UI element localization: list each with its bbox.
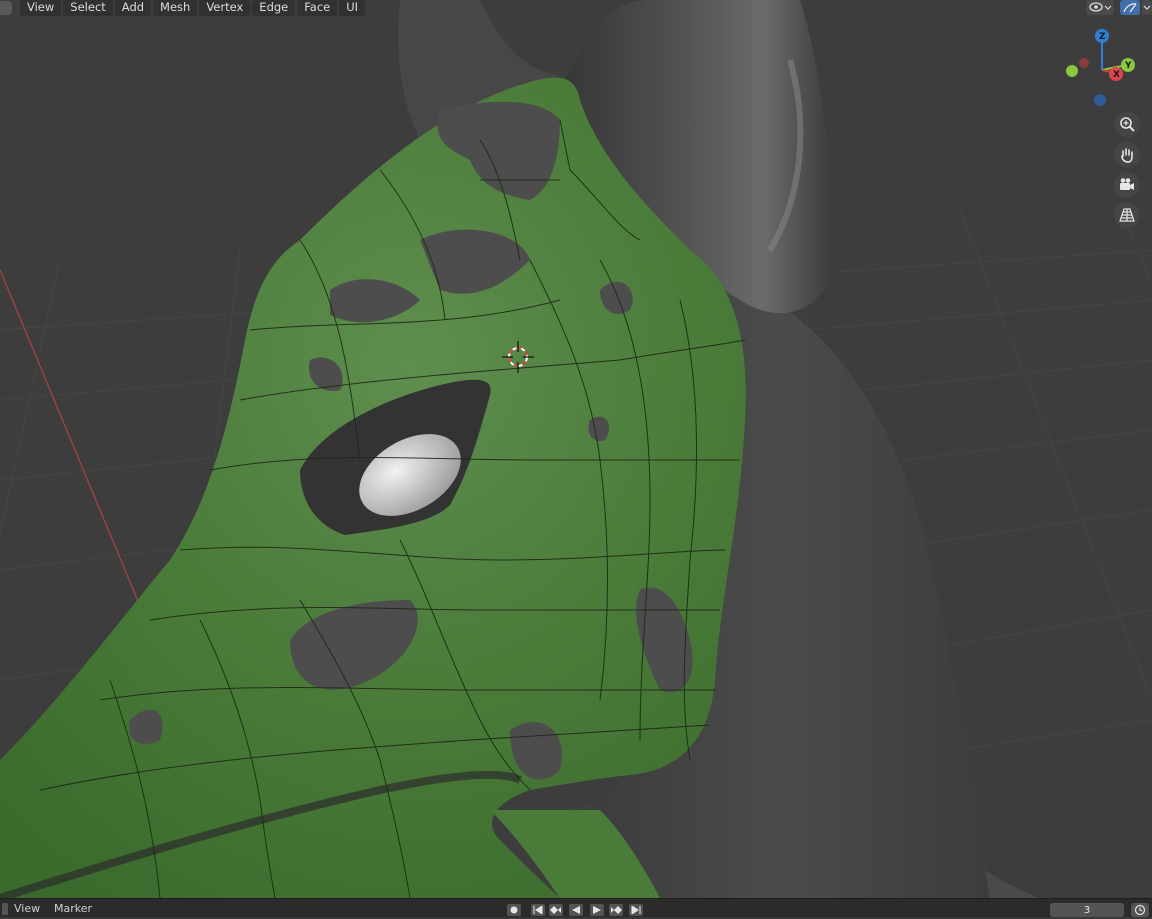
clock-button[interactable]	[1131, 903, 1149, 917]
menu-face[interactable]: Face	[297, 0, 338, 16]
record-icon	[510, 906, 518, 914]
play-reverse-icon	[572, 906, 580, 914]
gizmo-dropdown[interactable]	[1142, 0, 1152, 15]
pan-button[interactable]	[1114, 142, 1140, 168]
eye-icon	[1089, 2, 1112, 12]
gizmo-y-label: Y	[1124, 61, 1132, 71]
timeline-editor-icon[interactable]	[2, 903, 10, 915]
timeline-menu-view[interactable]: View	[14, 902, 40, 915]
editor-type-icon[interactable]	[0, 1, 12, 15]
next-keyframe-button[interactable]	[609, 904, 623, 916]
jump-start-icon	[533, 906, 543, 914]
pan-hand-icon	[1121, 148, 1133, 163]
menu-mesh[interactable]: Mesh	[153, 0, 198, 16]
gizmo-toggle-icon	[1123, 3, 1137, 13]
menu-vertex[interactable]: Vertex	[199, 0, 251, 16]
timeline-menu-marker[interactable]: Marker	[54, 902, 92, 915]
gizmo-toggle[interactable]	[1120, 0, 1140, 15]
menu-uv[interactable]: UI	[339, 0, 366, 16]
jump-start-button[interactable]	[531, 904, 545, 916]
menu-view[interactable]: View	[20, 0, 62, 16]
grid-perspective-icon	[1119, 208, 1135, 222]
zoom-icon	[1120, 117, 1135, 132]
3d-viewport[interactable]: Z Y X View Select Add Mesh Vertex Edge F…	[0, 0, 1152, 898]
gizmo-z-label: Z	[1099, 32, 1106, 42]
camera-icon	[1120, 178, 1134, 190]
play-button[interactable]	[590, 904, 604, 916]
menu-edge[interactable]: Edge	[252, 0, 296, 16]
navigation-gizmo: Z Y X	[1066, 29, 1135, 106]
menu-add[interactable]: Add	[114, 0, 152, 16]
camera-view-button[interactable]	[1114, 172, 1140, 198]
record-button[interactable]	[507, 904, 521, 916]
perspective-toggle-button[interactable]	[1114, 202, 1140, 228]
play-reverse-button[interactable]	[569, 904, 583, 916]
play-icon	[593, 906, 601, 914]
viewport-header: View Select Add Mesh Vertex Edge Face UI	[0, 0, 367, 16]
gizmo-x-label: X	[1113, 70, 1120, 80]
chevron-down-icon	[1143, 5, 1151, 10]
next-keyframe-icon	[611, 906, 622, 914]
menu-select[interactable]: Select	[63, 0, 113, 16]
jump-end-icon	[631, 906, 641, 914]
x-axis-line	[0, 269, 151, 631]
current-frame-field[interactable]: 3	[1050, 903, 1124, 917]
clock-icon	[1134, 904, 1146, 916]
prev-keyframe-icon	[550, 906, 561, 914]
timeline-bar: View Marker 3	[0, 898, 1152, 917]
viewport-scene: Z Y X	[0, 0, 1152, 898]
visibility-dropdown[interactable]	[1086, 0, 1114, 15]
prev-keyframe-button[interactable]	[549, 904, 563, 916]
zoom-button[interactable]	[1114, 111, 1140, 137]
jump-end-button[interactable]	[629, 904, 643, 916]
